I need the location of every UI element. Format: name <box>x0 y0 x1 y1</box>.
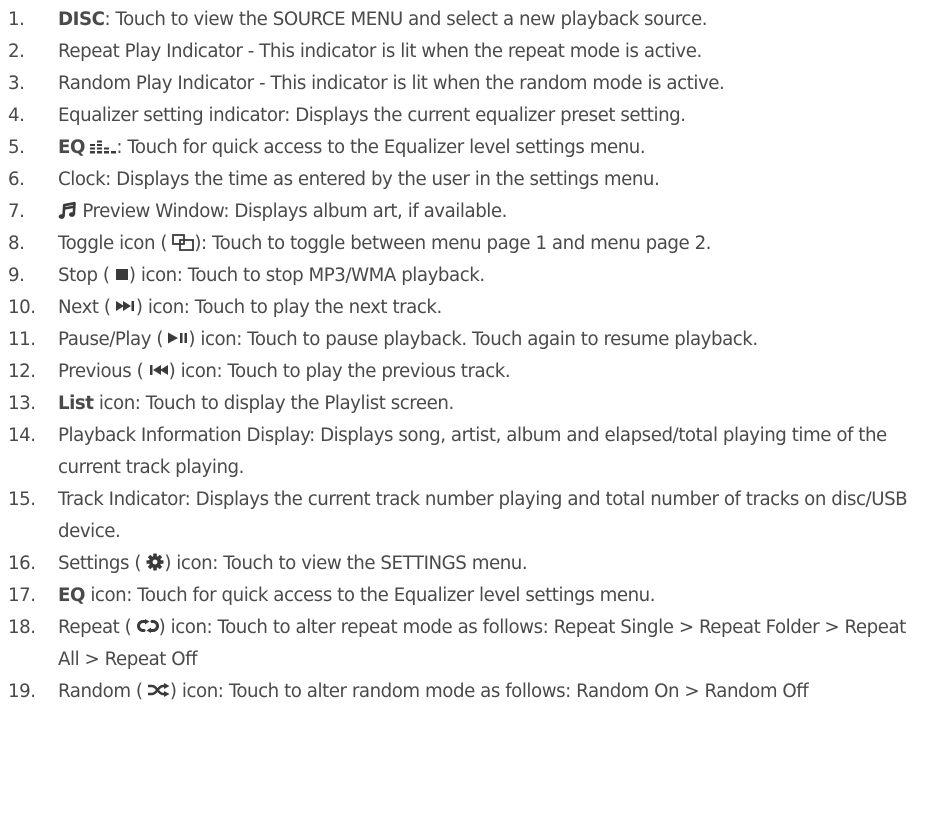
item-text-after: ) icon: Touch to play the previous track… <box>168 361 511 382</box>
item-number: 12. <box>8 361 36 382</box>
item-text-after: ) icon: Touch to alter repeat mode as fo… <box>58 617 906 670</box>
list-item-previous: 12. Previous ( ) icon: Touch to play the… <box>8 356 923 388</box>
item-text: Clock: Displays the time as entered by t… <box>58 169 660 190</box>
list-item-equalizer-indicator: 4. Equalizer setting indicator: Displays… <box>8 100 923 132</box>
item-text: : Touch to view the SOURCE MENU and sele… <box>104 9 708 30</box>
item-number: 11. <box>8 329 36 350</box>
item-number: 6. <box>8 169 25 190</box>
item-text-after: ) icon: Touch to stop MP3/WMA playback. <box>128 265 485 286</box>
list-item-disc: 1. DISC: Touch to view the SOURCE MENU a… <box>8 4 923 36</box>
item-number: 9. <box>8 265 25 286</box>
list-item-next: 10. Next ( ) icon: Touch to play the nex… <box>8 292 923 324</box>
item-text: icon: Touch to display the Playlist scre… <box>93 393 454 414</box>
repeat-icon <box>136 619 159 633</box>
item-text: Random Play Indicator - This indicator i… <box>58 73 725 94</box>
list-item-preview-window: 7. Preview Window: Displays album art, i… <box>8 196 923 228</box>
item-text-before: Pause/Play ( <box>58 329 164 350</box>
list-item-random: 19. Random ( ) icon: Touch to alter rand… <box>8 676 923 708</box>
item-number: 5. <box>8 137 25 158</box>
item-text-before: Settings ( <box>58 553 141 574</box>
item-number: 10. <box>8 297 36 318</box>
item-bold-label: EQ <box>58 585 85 606</box>
list-item-stop: 9. Stop ( ) icon: Touch to stop MP3/WMA … <box>8 260 923 292</box>
item-number: 18. <box>8 617 36 638</box>
item-text-before: Repeat ( <box>58 617 132 638</box>
item-text-after: ) icon: Touch to pause playback. Touch a… <box>188 329 758 350</box>
item-text: : Touch for quick access to the Equalize… <box>116 137 646 158</box>
item-text-after: ): Touch to toggle between menu page 1 a… <box>194 233 712 254</box>
list-item-repeat: 18. Repeat ( ) icon: Touch to alter repe… <box>8 612 923 676</box>
item-text-after: ) icon: Touch to play the next track. <box>135 297 442 318</box>
shuffle-icon <box>147 683 170 697</box>
item-text: Playback Information Display: Displays s… <box>58 425 887 478</box>
list-item-track-indicator: 15. Track Indicator: Displays the curren… <box>8 484 923 548</box>
item-text-before: Random ( <box>58 681 143 702</box>
list-item-eq: 5. EQ : Touch for quick access to the Eq… <box>8 132 923 164</box>
next-track-icon <box>115 300 136 312</box>
list-item-playback-info: 14. Playback Information Display: Displa… <box>8 420 923 484</box>
list-item-list: 13. List icon: Touch to display the Play… <box>8 388 923 420</box>
item-text-before: Stop ( <box>58 265 110 286</box>
item-number: 2. <box>8 41 25 62</box>
gear-icon <box>146 553 164 571</box>
item-number: 7. <box>8 201 25 222</box>
item-bold-label: List <box>58 393 94 414</box>
item-text-after: ) icon: Touch to view the SETTINGS menu. <box>164 553 528 574</box>
item-number: 3. <box>8 73 25 94</box>
toggle-windows-icon <box>172 233 195 251</box>
item-text: Equalizer setting indicator: Displays th… <box>58 105 686 126</box>
equalizer-bars-icon <box>90 139 117 154</box>
item-number: 1. <box>8 9 25 30</box>
item-text-before: Previous ( <box>58 361 144 382</box>
item-number: 16. <box>8 553 36 574</box>
item-text: Preview Window: Displays album art, if a… <box>77 201 507 222</box>
stop-icon <box>115 268 129 281</box>
item-number: 14. <box>8 425 36 446</box>
item-text-after: ) icon: Touch to alter random mode as fo… <box>169 681 809 702</box>
instruction-list: 1. DISC: Touch to view the SOURCE MENU a… <box>8 4 923 708</box>
item-text-before: Next ( <box>58 297 111 318</box>
previous-track-icon <box>149 364 169 376</box>
list-item-settings: 16. Settings ( ) icon: Touch to view the… <box>8 548 923 580</box>
list-item-repeat-indicator: 2. Repeat Play Indicator - This indicato… <box>8 36 923 68</box>
list-item-clock: 6. Clock: Displays the time as entered b… <box>8 164 923 196</box>
list-item-random-indicator: 3. Random Play Indicator - This indicato… <box>8 68 923 100</box>
list-item-toggle: 8. Toggle icon ( ): Touch to toggle betw… <box>8 228 923 260</box>
list-item-play-pause: 11. Pause/Play ( ) icon: Touch to pause … <box>8 324 923 356</box>
item-bold-label: EQ <box>58 137 85 158</box>
item-text-before: Toggle icon ( <box>58 233 167 254</box>
item-text: icon: Touch for quick access to the Equa… <box>85 585 656 606</box>
item-bold-label: DISC <box>58 9 105 30</box>
item-number: 17. <box>8 585 36 606</box>
item-text: Track Indicator: Displays the current tr… <box>58 489 908 542</box>
item-text: Repeat Play Indicator - This indicator i… <box>58 41 702 62</box>
music-note-icon <box>58 201 77 220</box>
item-number: 15. <box>8 489 36 510</box>
item-number: 8. <box>8 233 25 254</box>
item-number: 19. <box>8 681 36 702</box>
item-number: 13. <box>8 393 36 414</box>
list-item-eq-icon: 17. EQ icon: Touch for quick access to t… <box>8 580 923 612</box>
item-number: 4. <box>8 105 25 126</box>
play-pause-icon <box>168 332 188 344</box>
